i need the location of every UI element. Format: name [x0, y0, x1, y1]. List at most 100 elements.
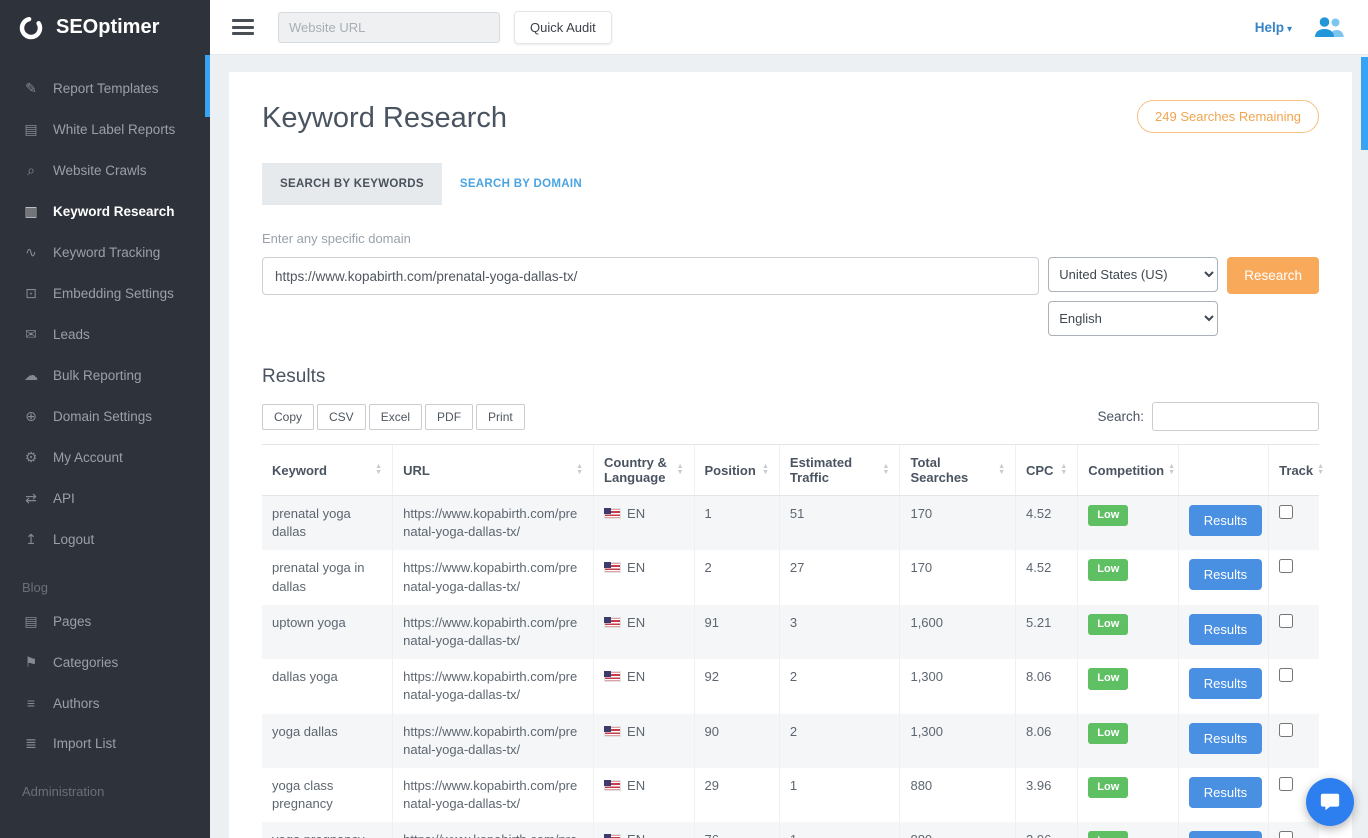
- track-checkbox[interactable]: [1279, 559, 1293, 573]
- track-checkbox[interactable]: [1279, 777, 1293, 791]
- research-button[interactable]: Research: [1227, 257, 1319, 294]
- results-button[interactable]: Results: [1189, 831, 1262, 838]
- sidebar-item-label: Pages: [53, 614, 91, 629]
- language-label: EN: [627, 669, 645, 684]
- column-header-track[interactable]: Track▲▼: [1269, 445, 1319, 496]
- column-header-competition[interactable]: Competition▲▼: [1078, 445, 1178, 496]
- sidebar-item-keyword-research[interactable]: ▥ Keyword Research: [0, 191, 210, 232]
- position-cell: 91: [694, 605, 779, 659]
- column-header-label: Track: [1279, 463, 1313, 478]
- excel-button[interactable]: Excel: [369, 404, 422, 430]
- results-button[interactable]: Results: [1189, 777, 1262, 808]
- column-header-position[interactable]: Position▲▼: [694, 445, 779, 496]
- page-scrollbar-thumb[interactable]: [1361, 57, 1368, 150]
- column-header-label: Position: [705, 463, 756, 478]
- table-search-input[interactable]: [1152, 402, 1319, 431]
- cpc-cell: 4.52: [1016, 550, 1078, 604]
- print-button[interactable]: Print: [476, 404, 525, 430]
- competition-badge: Low: [1088, 777, 1128, 798]
- domain-input-label: Enter any specific domain: [262, 231, 1319, 246]
- language-select[interactable]: English: [1048, 301, 1218, 336]
- chat-icon: [1319, 791, 1341, 813]
- sidebar-item-my-account[interactable]: ⚙ My Account: [0, 437, 210, 478]
- track-checkbox[interactable]: [1279, 505, 1293, 519]
- competition-badge: Low: [1088, 723, 1128, 744]
- keyword-cell: yoga pregnancy class: [262, 822, 393, 838]
- language-label: EN: [627, 506, 645, 521]
- action-cell: Results: [1178, 714, 1268, 768]
- sidebar-scrollbar-thumb[interactable]: [205, 55, 210, 117]
- sidebar-item-domain-settings[interactable]: ⊕ Domain Settings: [0, 396, 210, 437]
- sidebar-item-embedding-settings[interactable]: ⊡ Embedding Settings: [0, 273, 210, 314]
- language-label: EN: [627, 832, 645, 838]
- domain-input[interactable]: [262, 257, 1039, 295]
- url-cell: https://www.kopabirth.com/prenatal-yoga-…: [393, 714, 594, 768]
- hamburger-menu-icon[interactable]: [232, 16, 254, 39]
- us-flag-icon: [604, 617, 621, 628]
- results-button[interactable]: Results: [1189, 668, 1262, 699]
- column-header-keyword[interactable]: Keyword▲▼: [262, 445, 393, 496]
- sidebar-item-label: Website Crawls: [53, 163, 147, 178]
- sidebar-item-logout[interactable]: ↥ Logout: [0, 519, 210, 560]
- column-header-total-searches[interactable]: Total Searches▲▼: [900, 445, 1016, 496]
- track-checkbox[interactable]: [1279, 614, 1293, 628]
- country-cell: EN: [594, 714, 694, 768]
- logout-icon: ↥: [22, 531, 40, 548]
- results-toolbar: Copy CSV Excel PDF Print Search:: [262, 402, 1319, 431]
- sidebar-item-leads[interactable]: ✉ Leads: [0, 314, 210, 355]
- results-button[interactable]: Results: [1189, 723, 1262, 754]
- sidebar-item-label: My Account: [53, 450, 123, 465]
- chat-widget-button[interactable]: [1306, 778, 1354, 826]
- sidebar-item-pages[interactable]: ▤ Pages: [0, 601, 210, 642]
- cpc-cell: 3.96: [1016, 768, 1078, 822]
- track-checkbox[interactable]: [1279, 831, 1293, 838]
- column-header-estimated-traffic[interactable]: Estimated Traffic▲▼: [779, 445, 900, 496]
- logo[interactable]: SEOptimer: [0, 0, 210, 55]
- keyword-cell: dallas yoga: [262, 659, 393, 713]
- cpc-cell: 8.06: [1016, 659, 1078, 713]
- estimated-traffic-cell: 27: [779, 550, 900, 604]
- copy-button[interactable]: Copy: [262, 404, 314, 430]
- column-header-url[interactable]: URL▲▼: [393, 445, 594, 496]
- sidebar-item-import-list[interactable]: ≣ Import List: [0, 723, 210, 764]
- sidebar-item-authors[interactable]: ≡ Authors: [0, 683, 210, 723]
- sidebar-item-bulk-reporting[interactable]: ☁ Bulk Reporting: [0, 355, 210, 396]
- quick-audit-button[interactable]: Quick Audit: [514, 11, 612, 44]
- sidebar-item-report-templates[interactable]: ✎ Report Templates: [0, 68, 210, 109]
- sidebar-item-api[interactable]: ⇄ API: [0, 478, 210, 519]
- results-button[interactable]: Results: [1189, 559, 1262, 590]
- results-button[interactable]: Results: [1189, 614, 1262, 645]
- sidebar-item-categories[interactable]: ⚑ Categories: [0, 642, 210, 683]
- sidebar-nav: ✎ Report Templates ▤ White Label Reports…: [0, 55, 210, 805]
- track-checkbox[interactable]: [1279, 723, 1293, 737]
- us-flag-icon: [604, 834, 621, 838]
- tab-search-by-keywords[interactable]: SEARCH BY KEYWORDS: [262, 163, 442, 205]
- tab-bar: SEARCH BY KEYWORDS SEARCH BY DOMAIN: [262, 163, 1319, 205]
- sidebar-item-keyword-tracking[interactable]: ∿ Keyword Tracking: [0, 232, 210, 273]
- topbar: Quick Audit Help▾: [210, 0, 1368, 55]
- table-row: yoga pregnancy classhttps://www.kopabirt…: [262, 822, 1319, 838]
- table-header-row: Keyword▲▼ URL▲▼ Country & Language▲▼ Pos…: [262, 445, 1319, 496]
- table-row: yoga class pregnancyhttps://www.kopabirt…: [262, 768, 1319, 822]
- help-dropdown[interactable]: Help▾: [1255, 20, 1292, 35]
- table-row: yoga dallashttps://www.kopabirth.com/pre…: [262, 714, 1319, 768]
- column-header-country-language[interactable]: Country & Language▲▼: [594, 445, 694, 496]
- competition-cell: Low: [1078, 605, 1178, 659]
- sidebar-item-white-label-reports[interactable]: ▤ White Label Reports: [0, 109, 210, 150]
- sidebar-item-label: Embedding Settings: [53, 286, 174, 301]
- website-url-input[interactable]: [278, 12, 500, 43]
- report-templates-icon: ✎: [22, 80, 40, 97]
- csv-button[interactable]: CSV: [317, 404, 366, 430]
- tab-search-by-domain[interactable]: SEARCH BY DOMAIN: [442, 163, 600, 205]
- track-cell: [1269, 550, 1319, 604]
- sidebar-item-website-crawls[interactable]: ⌕ Website Crawls: [0, 150, 210, 191]
- track-cell: [1269, 605, 1319, 659]
- caret-down-icon: ▾: [1287, 24, 1292, 35]
- pdf-button[interactable]: PDF: [425, 404, 473, 430]
- column-header-cpc[interactable]: CPC▲▼: [1016, 445, 1078, 496]
- country-select[interactable]: United States (US): [1048, 257, 1218, 292]
- cpc-cell: 3.96: [1016, 822, 1078, 838]
- users-icon[interactable]: [1312, 14, 1346, 40]
- track-checkbox[interactable]: [1279, 668, 1293, 682]
- results-button[interactable]: Results: [1189, 505, 1262, 536]
